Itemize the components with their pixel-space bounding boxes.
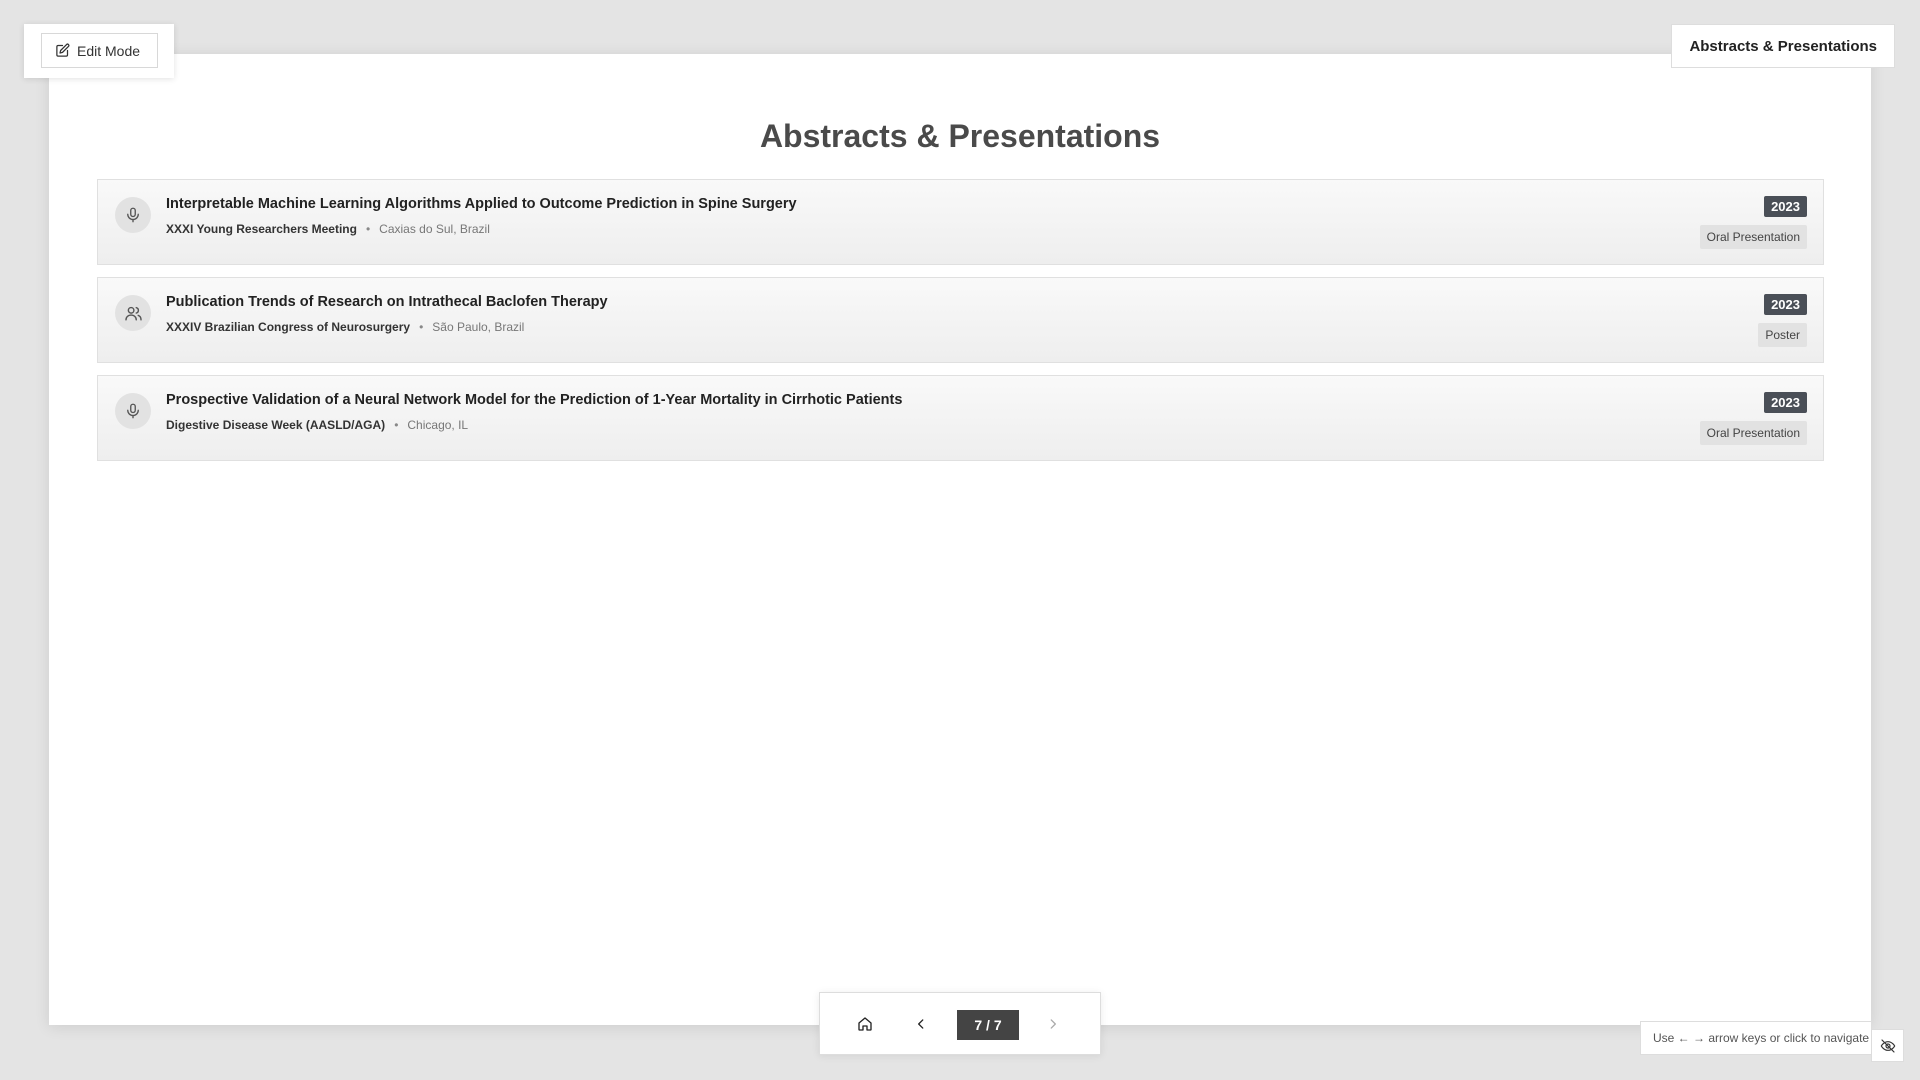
entry-meta: Digestive Disease Week (AASLD/AGA) • Chica…: [166, 418, 468, 432]
microphone-icon: [115, 197, 151, 233]
home-icon: [857, 1016, 873, 1032]
list-item: Prospective Validation of a Neural Netwo…: [97, 375, 1824, 461]
list-item: Interpretable Machine Learning Algorithm…: [97, 179, 1824, 265]
year-badge: 2023: [1764, 392, 1807, 413]
entry-venue: Digestive Disease Week (AASLD/AGA): [166, 418, 386, 432]
entry-meta: XXXIV Brazilian Congress of Neurosurgery…: [166, 320, 524, 334]
year-badge: 2023: [1764, 196, 1807, 217]
slide-title: Abstracts & Presentations: [759, 118, 1161, 154]
chevron-left-icon: [914, 1017, 928, 1031]
type-badge: Oral Presentation: [1699, 421, 1807, 445]
next-button[interactable]: [1042, 1013, 1064, 1035]
entry-title: Prospective Validation of a Neural Netwo…: [166, 392, 903, 408]
edit-icon: [55, 43, 70, 58]
edit-mode-button[interactable]: Edit Mode: [41, 33, 158, 68]
chevron-right-icon: [1046, 1017, 1060, 1031]
eye-off-icon: [1880, 1038, 1896, 1054]
previous-button[interactable]: [910, 1013, 932, 1035]
entry-location: Caxias do Sul, Brazil: [379, 222, 490, 236]
presentation-list: Interpretable Machine Learning Algorithm…: [97, 179, 1824, 473]
users-icon: [115, 295, 151, 331]
edit-mode-panel: Edit Mode: [24, 24, 174, 78]
meta-separator: •: [419, 320, 424, 334]
entry-location: Chicago, IL: [407, 418, 469, 432]
section-tag: Abstracts & Presentations: [1671, 24, 1895, 68]
edit-mode-label: Edit Mode: [77, 42, 141, 59]
meta-separator: •: [365, 222, 371, 236]
hide-controls-button[interactable]: [1871, 1029, 1904, 1062]
slide-navigation: 7 / 7: [819, 992, 1101, 1055]
year-badge: 2023: [1764, 294, 1807, 315]
home-button[interactable]: [854, 1013, 876, 1035]
meta-separator: •: [394, 418, 399, 432]
navigation-hint: Use ← → arrow keys or click to navigate: [1640, 1021, 1872, 1055]
entry-title: Interpretable Machine Learning Algorithm…: [166, 196, 797, 212]
entry-meta: XXXI Young Researchers Meeting • Caxias do…: [166, 222, 490, 236]
type-badge: Oral Presentation: [1699, 225, 1807, 249]
microphone-icon: [115, 393, 151, 429]
entry-venue: XXXI Young Researchers Meeting: [166, 222, 357, 236]
entry-location: São Paulo, Brazil: [432, 320, 525, 334]
slide: Abstracts & Presentations Interpretable …: [49, 54, 1871, 1025]
type-badge: Poster: [1758, 323, 1807, 347]
entry-venue: XXXIV Brazilian Congress of Neurosurgery: [166, 320, 411, 334]
entry-title: Publication Trends of Research on Intrat…: [166, 294, 608, 310]
slide-counter: 7 / 7: [957, 1010, 1019, 1040]
list-item: Publication Trends of Research on Intrat…: [97, 277, 1824, 363]
